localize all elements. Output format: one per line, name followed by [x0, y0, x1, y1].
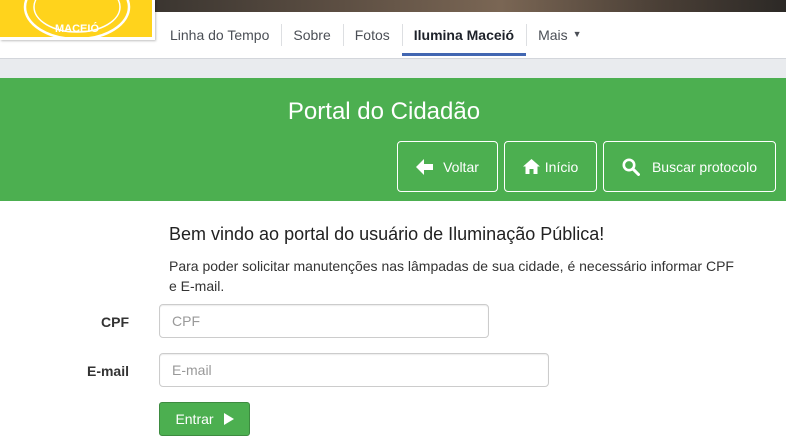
cpf-label: CPF [101, 314, 129, 330]
buscar-protocolo-button[interactable]: Buscar protocolo [603, 141, 776, 192]
portal-title: Portal do Cidadão [287, 98, 481, 125]
portal-header: Portal do Cidadão Voltar Início Buscar p… [0, 78, 786, 201]
profile-logo-text: MACEIÓ [55, 22, 99, 35]
email-label: E-mail [86, 363, 129, 379]
tab-label: Linha do Tempo [170, 27, 270, 43]
inicio-button[interactable]: Início [504, 141, 597, 192]
profile-picture[interactable]: MACEIÓ [0, 0, 155, 40]
play-icon [223, 413, 234, 425]
tab-label: Sobre [293, 27, 331, 43]
tab-sobre[interactable]: Sobre [281, 12, 342, 58]
welcome-heading: Bem vindo ao portal do usuário de Ilumin… [169, 224, 605, 244]
tab-label: Ilumina Maceió [413, 27, 515, 43]
page-separator [0, 58, 786, 78]
inicio-label: Início [544, 158, 579, 175]
caret-down-icon: ▼ [572, 29, 582, 39]
login-content: Bem vindo ao portal do usuário de Ilumin… [0, 201, 786, 442]
tab-fotos[interactable]: Fotos [342, 12, 402, 58]
entrar-label: Entrar [175, 411, 214, 427]
info-text: Para poder solicitar manutenções nas lâm… [169, 258, 734, 294]
portal-nav: Voltar Início Buscar protocolo [397, 141, 776, 192]
search-icon [622, 158, 640, 176]
voltar-label: Voltar [443, 158, 479, 175]
cpf-input[interactable] [159, 304, 489, 338]
tab-mais[interactable]: Mais ▼ [526, 12, 593, 58]
facebook-page-header: MACEIÓ Linha do Tempo Sobre Fotos Ilumin… [0, 0, 786, 58]
page-tabs: Linha do Tempo Sobre Fotos Ilumina Macei… [158, 12, 594, 58]
tab-label: Mais [538, 27, 568, 43]
tab-ilumina-maceio[interactable]: Ilumina Maceió [401, 12, 527, 58]
home-icon [522, 159, 540, 174]
email-input[interactable] [159, 353, 549, 387]
voltar-button[interactable]: Voltar [397, 141, 498, 192]
cover-photo[interactable] [152, 0, 786, 12]
arrow-left-icon [416, 158, 434, 175]
buscar-label: Buscar protocolo [651, 158, 758, 175]
tab-linha-do-tempo[interactable]: Linha do Tempo [158, 12, 281, 58]
entrar-button[interactable]: Entrar [159, 402, 250, 436]
tab-label: Fotos [354, 27, 390, 43]
profile-logo-icon: MACEIÓ [23, 0, 131, 37]
